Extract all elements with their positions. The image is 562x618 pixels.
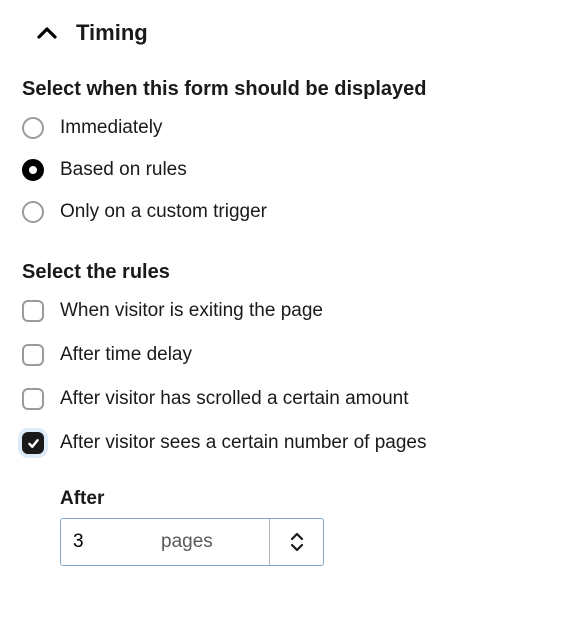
radio-option-based-on-rules[interactable]: Based on rules — [22, 159, 540, 181]
checkbox-option-page-views[interactable]: After visitor sees a certain number of p… — [22, 432, 540, 454]
radio-label: Only on a custom trigger — [60, 201, 267, 223]
radio-icon — [22, 117, 44, 139]
chevron-up-icon — [290, 532, 304, 541]
section-header[interactable]: Timing — [22, 20, 540, 46]
checkbox-label: After visitor sees a certain number of p… — [60, 432, 426, 454]
radio-option-custom-trigger[interactable]: Only on a custom trigger — [22, 201, 540, 223]
page-views-input[interactable] — [61, 519, 161, 565]
display-when-radio-group: Immediately Based on rules Only on a cus… — [22, 117, 540, 223]
rules-label: Select the rules — [22, 261, 540, 284]
radio-label: Based on rules — [60, 159, 187, 181]
radio-icon — [22, 159, 44, 181]
checkbox-icon — [22, 432, 44, 454]
checkbox-option-scroll-amount[interactable]: After visitor has scrolled a certain amo… — [22, 388, 540, 410]
checkbox-icon — [22, 300, 44, 322]
checkbox-option-time-delay[interactable]: After time delay — [22, 344, 540, 366]
chevron-down-icon — [290, 543, 304, 552]
checkbox-option-exit-intent[interactable]: When visitor is exiting the page — [22, 300, 540, 322]
page-views-stepper[interactable] — [269, 519, 323, 565]
checkbox-label: After time delay — [60, 344, 192, 366]
page-views-unit: pages — [161, 519, 269, 565]
checkbox-icon — [22, 344, 44, 366]
radio-icon — [22, 201, 44, 223]
checkbox-label: After visitor has scrolled a certain amo… — [60, 388, 409, 410]
page-views-number-control: pages — [60, 518, 324, 566]
page-views-config: After pages — [60, 488, 540, 566]
rules-checkbox-group: When visitor is exiting the page After t… — [22, 300, 540, 566]
section-title: Timing — [76, 20, 148, 46]
radio-label: Immediately — [60, 117, 162, 139]
chevron-up-icon — [36, 26, 58, 40]
page-views-after-label: After — [60, 488, 540, 510]
checkbox-label: When visitor is exiting the page — [60, 300, 323, 322]
checkbox-icon — [22, 388, 44, 410]
display-when-label: Select when this form should be displaye… — [22, 78, 540, 101]
radio-option-immediately[interactable]: Immediately — [22, 117, 540, 139]
